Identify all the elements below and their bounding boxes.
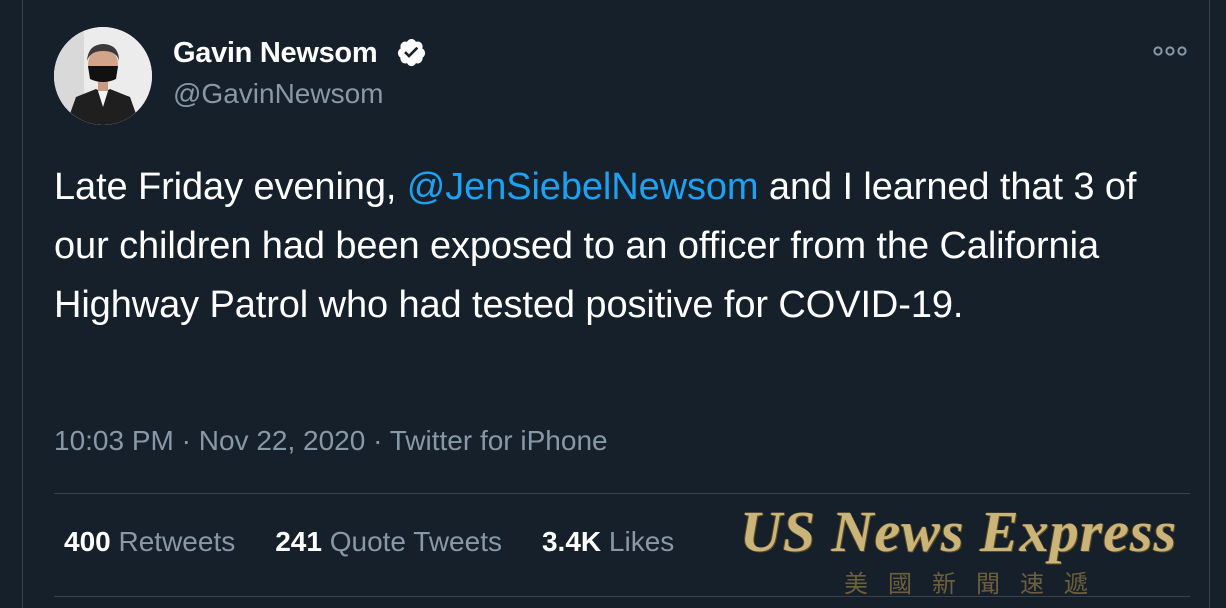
verified-badge-icon — [397, 38, 426, 67]
tweet-stats: 400 Retweets 241 Quote Tweets 3.4K Likes — [64, 526, 714, 558]
quote-tweets-count: 241 — [275, 526, 322, 557]
retweets-count: 400 — [64, 526, 111, 557]
quote-tweets-label: Quote Tweets — [329, 526, 502, 557]
tweet-time[interactable]: 10:03 PM — [54, 425, 174, 456]
divider-top — [54, 493, 1190, 494]
retweets-label: Retweets — [118, 526, 236, 557]
author-handle[interactable]: @GavinNewsom — [173, 78, 383, 110]
quote-tweets-stat[interactable]: 241 Quote Tweets — [275, 526, 502, 558]
likes-count: 3.4K — [541, 526, 602, 557]
card-left-border — [22, 0, 23, 608]
author-name[interactable]: Gavin Newsom — [173, 37, 378, 70]
tweet-text: Late Friday evening, @JenSiebelNewsom an… — [54, 158, 1199, 335]
watermark-title: US News Express — [740, 499, 1178, 564]
avatar[interactable] — [54, 27, 152, 125]
meta-separator: · — [173, 425, 199, 456]
more-options-button[interactable] — [1148, 36, 1192, 66]
tweet-date[interactable]: Nov 22, 2020 — [199, 425, 366, 456]
meta-separator-2: · — [365, 425, 390, 456]
watermark: US News Express 美國新聞速遞 — [740, 498, 1216, 604]
likes-label: Likes — [608, 526, 675, 557]
mention-link[interactable]: @JenSiebelNewsom — [407, 166, 759, 208]
tweet-card: Gavin Newsom @GavinNewsom Late Friday ev… — [0, 0, 1226, 608]
tweet-meta: 10:03 PM · Nov 22, 2020 · Twitter for iP… — [54, 425, 608, 457]
watermark-subtitle: 美國新聞速遞 — [844, 570, 1108, 598]
retweets-stat[interactable]: 400 Retweets — [64, 526, 235, 558]
likes-stat[interactable]: 3.4K Likes — [542, 526, 674, 558]
tweet-text-start: Late Friday evening, — [54, 166, 407, 208]
more-dots-icon — [1153, 46, 1187, 56]
tweet-source[interactable]: Twitter for iPhone — [390, 425, 608, 456]
